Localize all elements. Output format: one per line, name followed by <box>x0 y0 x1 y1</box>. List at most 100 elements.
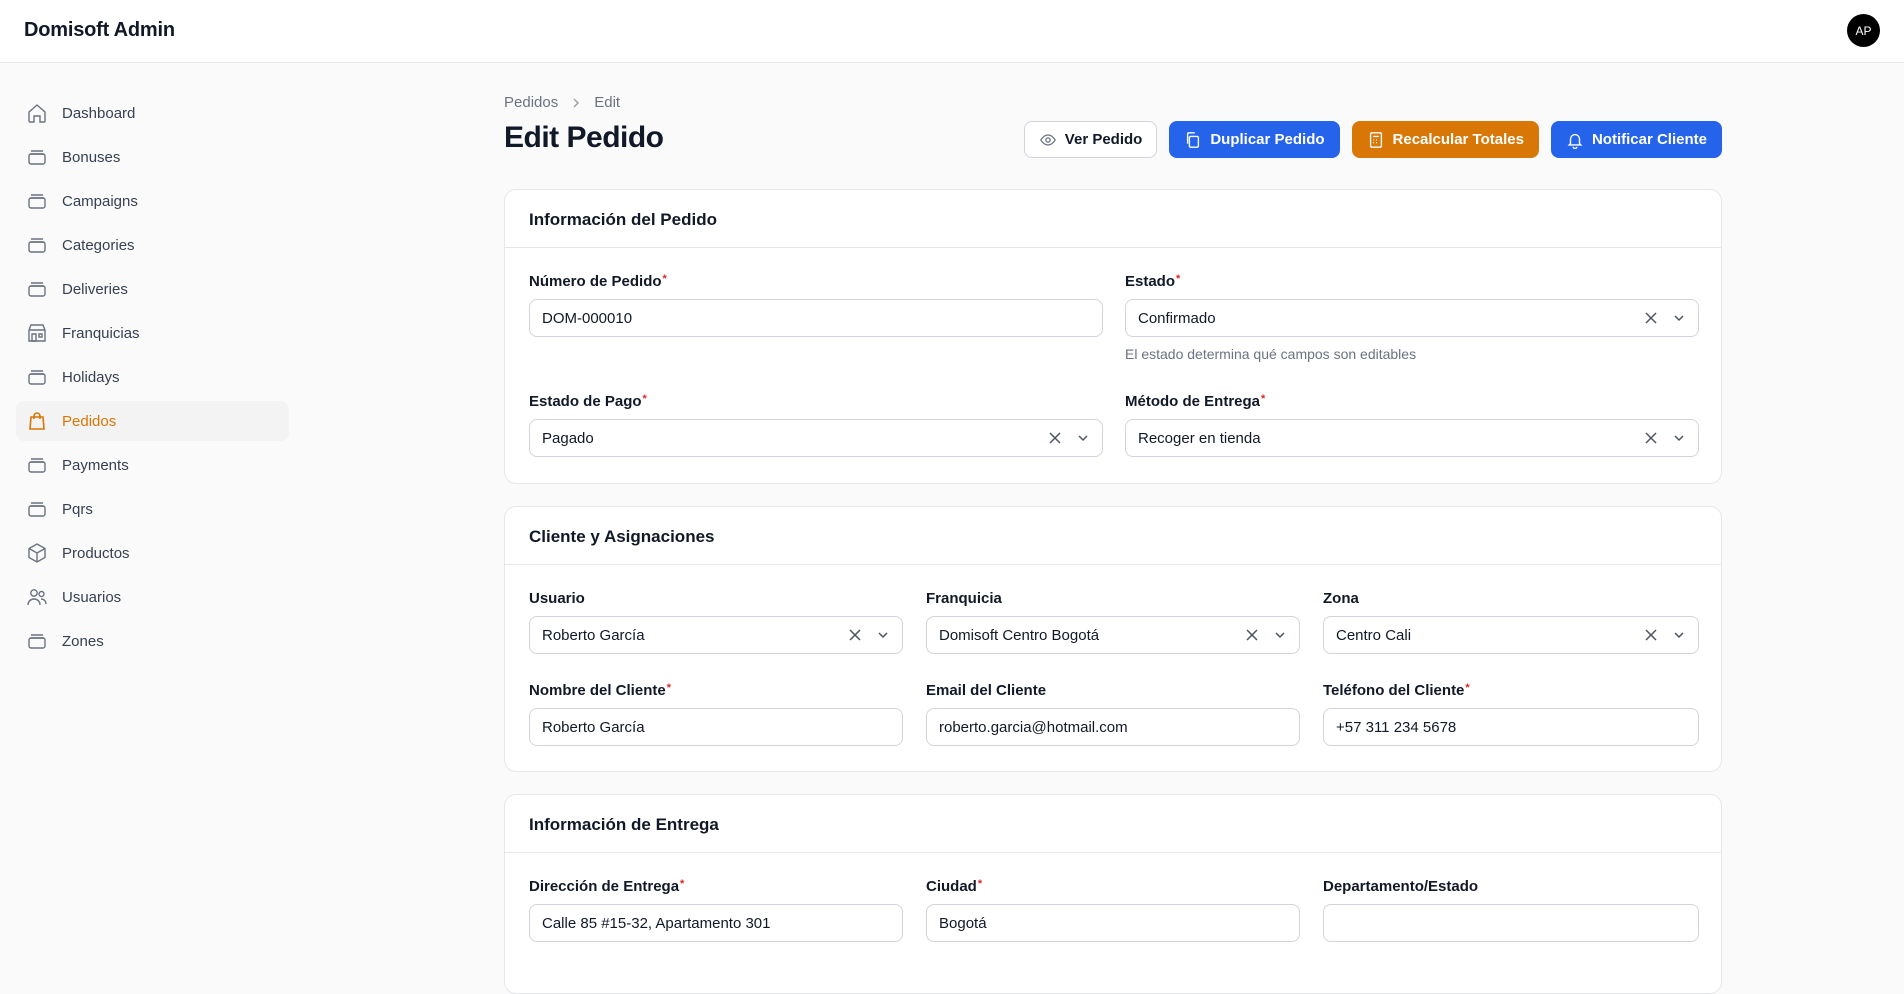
clear-icon[interactable] <box>1048 431 1062 445</box>
sidebar-item-label: Categories <box>62 236 135 254</box>
delivery-method-field: Método de Entrega* Recoger en tienda <box>1125 393 1699 457</box>
chevron-down-icon[interactable] <box>876 628 890 642</box>
sidebar-item-pqrs[interactable]: Pqrs <box>16 489 289 529</box>
customer-phone-input[interactable]: +57 311 234 5678 <box>1323 708 1699 746</box>
franchise-value: Domisoft Centro Bogotá <box>939 626 1100 644</box>
avatar[interactable]: AP <box>1847 14 1880 47</box>
status-select[interactable]: Confirmado <box>1125 299 1699 337</box>
sidebar-item-label: Franquicias <box>62 324 140 342</box>
required-marker: * <box>977 878 983 890</box>
sidebar-item-categories[interactable]: Categories <box>16 225 289 265</box>
notify-customer-label: Notificar Cliente <box>1591 131 1707 148</box>
top-bar: Domisoft Admin AP <box>0 0 1904 63</box>
sidebar-item-pedidos[interactable]: Pedidos <box>16 401 289 441</box>
delivery-method-select[interactable]: Recoger en tienda <box>1125 419 1699 457</box>
chevron-right-icon <box>570 97 582 109</box>
sidebar-item-usuarios[interactable]: Usuarios <box>16 577 289 617</box>
breadcrumb-item-pedidos[interactable]: Pedidos <box>504 94 558 111</box>
sidebar-item-deliveries[interactable]: Deliveries <box>16 269 289 309</box>
status-help-text: El estado determina qué campos son edita… <box>1125 346 1417 362</box>
duplicate-order-button[interactable]: Duplicar Pedido <box>1169 121 1340 158</box>
sidebar-item-franquicias[interactable]: Franquicias <box>16 313 289 353</box>
city-input[interactable]: Bogotá <box>926 904 1300 942</box>
section-title: Información del Pedido <box>505 190 1721 248</box>
sidebar-item-dashboard[interactable]: Dashboard <box>16 93 289 133</box>
sidebar-item-label: Dashboard <box>62 104 136 122</box>
view-order-button[interactable]: Ver Pedido <box>1023 121 1158 158</box>
sidebar-item-label: Usuarios <box>62 588 122 606</box>
stack-icon <box>26 366 48 388</box>
clear-icon[interactable] <box>848 628 862 642</box>
sidebar-item-label: Holidays <box>62 368 120 386</box>
sidebar-item-campaigns[interactable]: Campaigns <box>16 181 289 221</box>
clear-icon[interactable] <box>1644 431 1658 445</box>
app-title[interactable]: Domisoft Admin <box>24 19 175 42</box>
section-title: Cliente y Asignaciones <box>505 507 1721 565</box>
home-icon <box>26 102 48 124</box>
chevron-down-icon[interactable] <box>1672 431 1686 445</box>
user-field: Usuario Roberto García <box>529 590 903 654</box>
delivery-address-input[interactable]: Calle 85 #15-32, Apartamento 301 <box>529 904 903 942</box>
clear-icon[interactable] <box>1644 628 1658 642</box>
customer-phone-field: Teléfono del Cliente* +57 311 234 5678 <box>1323 682 1699 746</box>
sidebar: Dashboard Bonuses Campaigns Categories Deliv… <box>16 93 289 665</box>
chevron-down-icon[interactable] <box>1672 311 1686 325</box>
clear-icon[interactable] <box>1644 311 1658 325</box>
customer-name-label: Nombre del Cliente <box>529 682 666 699</box>
recalculate-totals-button[interactable]: Recalcular Totales <box>1351 121 1539 158</box>
sidebar-item-label: Deliveries <box>62 280 128 298</box>
order-number-field: Número de Pedido* DOM-000010 <box>529 273 1103 337</box>
sidebar-item-holidays[interactable]: Holidays <box>16 357 289 397</box>
page-title: Edit Pedido <box>504 121 664 154</box>
bell-icon <box>1567 133 1583 149</box>
clear-icon[interactable] <box>1245 628 1259 642</box>
stack-icon <box>26 454 48 476</box>
user-label: Usuario <box>529 590 585 607</box>
state-input[interactable] <box>1323 904 1699 942</box>
zone-select[interactable]: Centro Cali <box>1323 616 1699 654</box>
franchise-field: Franquicia Domisoft Centro Bogotá <box>926 590 1300 654</box>
customer-email-input[interactable]: roberto.garcia@hotmail.com <box>926 708 1300 746</box>
sidebar-item-label: Zones <box>62 632 104 650</box>
required-marker: * <box>1261 393 1266 405</box>
building-store-icon <box>26 322 48 344</box>
sidebar-item-payments[interactable]: Payments <box>16 445 289 485</box>
user-select[interactable]: Roberto García <box>529 616 903 654</box>
calculator-icon <box>1369 131 1382 148</box>
sidebar-item-productos[interactable]: Productos <box>16 533 289 573</box>
zone-label: Zona <box>1323 590 1359 607</box>
breadcrumb: Pedidos Edit <box>504 94 620 111</box>
customer-section: Cliente y Asignaciones Usuario Roberto G… <box>504 506 1722 772</box>
customer-name-field: Nombre del Cliente* Roberto García <box>529 682 903 746</box>
zone-value: Centro Cali <box>1336 626 1412 644</box>
notify-customer-button[interactable]: Notificar Cliente <box>1550 121 1722 158</box>
duplicate-order-label: Duplicar Pedido <box>1210 131 1325 148</box>
franchise-select[interactable]: Domisoft Centro Bogotá <box>926 616 1300 654</box>
sidebar-item-label: Pedidos <box>62 412 117 430</box>
payment-status-select[interactable]: Pagado <box>529 419 1103 457</box>
stack-icon <box>26 278 48 300</box>
stack-icon <box>26 190 48 212</box>
delivery-method-label: Método de Entrega <box>1125 393 1261 410</box>
customer-name-input[interactable]: Roberto García <box>529 708 903 746</box>
sidebar-item-label: Pqrs <box>62 500 93 518</box>
recalculate-totals-label: Recalcular Totales <box>1392 131 1524 148</box>
sidebar-item-bonuses[interactable]: Bonuses <box>16 137 289 177</box>
user-value: Roberto García <box>542 626 645 644</box>
chevron-down-icon[interactable] <box>1273 628 1287 642</box>
customer-email-field: Email del Cliente roberto.garcia@hotmail… <box>926 682 1300 746</box>
delivery-section: Información de Entrega Dirección de Entr… <box>504 794 1722 994</box>
sidebar-item-zones[interactable]: Zones <box>16 621 289 661</box>
required-marker: * <box>1176 273 1181 285</box>
sidebar-item-label: Payments <box>62 456 129 474</box>
sidebar-item-label: Campaigns <box>62 192 138 210</box>
chevron-down-icon[interactable] <box>1076 431 1090 445</box>
order-number-input[interactable]: DOM-000010 <box>529 299 1103 337</box>
shopping-bag-icon <box>26 410 48 432</box>
chevron-down-icon[interactable] <box>1672 628 1686 642</box>
required-marker: * <box>642 393 647 405</box>
view-order-label: Ver Pedido <box>1064 131 1143 148</box>
copy-icon <box>1187 131 1200 148</box>
sidebar-item-label: Productos <box>62 544 130 562</box>
customer-email-label: Email del Cliente <box>926 682 1047 699</box>
